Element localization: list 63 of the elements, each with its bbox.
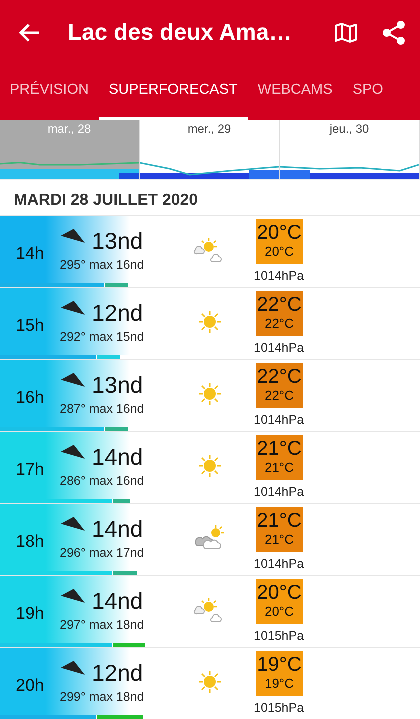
wind-speed: 12nd xyxy=(92,659,144,688)
wind-arrow-icon xyxy=(60,300,86,316)
day-column[interactable]: mar., 28 xyxy=(0,120,140,179)
tab[interactable]: SPO xyxy=(342,65,384,120)
wind-speed: 14nd xyxy=(92,587,144,616)
wind-speed: 14nd xyxy=(92,443,144,472)
feels-like: 20°C xyxy=(264,245,296,258)
pressure: 1015hPa xyxy=(254,700,304,717)
wind-detail: 292° max 15nd xyxy=(60,329,144,346)
temperature: 20°C xyxy=(256,221,303,243)
feels-like: 21°C xyxy=(264,461,296,474)
wind-detail: 296° max 17nd xyxy=(60,545,144,562)
map-icon[interactable] xyxy=(334,22,358,44)
feels-like: 22°C xyxy=(264,317,296,330)
feels-like: 20°C xyxy=(264,605,296,618)
hour-label: 18h xyxy=(16,531,44,553)
temperature: 20°C xyxy=(256,581,303,603)
temperature: 21°C xyxy=(256,509,303,531)
hour-label: 15h xyxy=(16,315,44,337)
wind-arrow-icon xyxy=(60,372,86,388)
section-title: MARDI 28 JUILLET 2020 xyxy=(13,191,200,211)
feels-like: 22°C xyxy=(264,389,296,402)
back-icon[interactable] xyxy=(18,22,40,42)
wind-speed: 14nd xyxy=(92,515,144,544)
pressure: 1014hPa xyxy=(254,268,304,285)
day-label: mer., 29 xyxy=(188,121,232,138)
wind-speed: 12nd xyxy=(92,299,144,328)
pressure: 1015hPa xyxy=(254,628,304,645)
day-label: jeu., 30 xyxy=(330,121,370,138)
wind-detail: 297° max 18nd xyxy=(60,617,144,634)
wind-detail: 299° max 18nd xyxy=(60,689,144,706)
wind-detail: 286° max 16nd xyxy=(60,473,144,490)
temperature: 22°C xyxy=(256,293,303,315)
hour-label: 17h xyxy=(16,459,44,481)
tab[interactable]: WEBCAMS xyxy=(248,65,343,120)
temperature: 19°C xyxy=(256,653,303,675)
pressure: 1014hPa xyxy=(254,340,304,357)
wind-arrow-icon xyxy=(60,228,86,244)
wind-detail: 295° max 16nd xyxy=(60,257,144,274)
wind-detail: 287° max 16nd xyxy=(60,401,144,418)
pressure: 1014hPa xyxy=(254,412,304,429)
wind-speed: 13nd xyxy=(92,227,144,256)
wind-arrow-icon xyxy=(60,660,86,676)
wind-arrow-icon xyxy=(60,516,86,532)
hour-label: 19h xyxy=(16,603,44,625)
temperature: 22°C xyxy=(256,365,303,387)
feels-like: 21°C xyxy=(264,533,296,546)
temperature: 21°C xyxy=(256,437,303,459)
day-column[interactable]: mer., 29 xyxy=(140,120,280,179)
wind-arrow-icon xyxy=(60,444,86,460)
pressure: 1014hPa xyxy=(254,556,304,573)
wind-speed: 13nd xyxy=(92,371,144,400)
day-column[interactable]: jeu., 30 xyxy=(280,120,420,179)
hour-label: 20h xyxy=(16,675,44,697)
wind-arrow-icon xyxy=(60,588,86,604)
share-icon[interactable] xyxy=(382,20,406,46)
day-label: mar., 28 xyxy=(48,121,92,138)
hour-label: 14h xyxy=(16,243,44,265)
screen-title: Lac des deux Ama… xyxy=(68,18,294,48)
hour-label: 16h xyxy=(16,387,44,409)
tab[interactable]: PRÉVISION xyxy=(0,65,99,120)
pressure: 1014hPa xyxy=(254,484,304,501)
feels-like: 19°C xyxy=(264,677,296,690)
